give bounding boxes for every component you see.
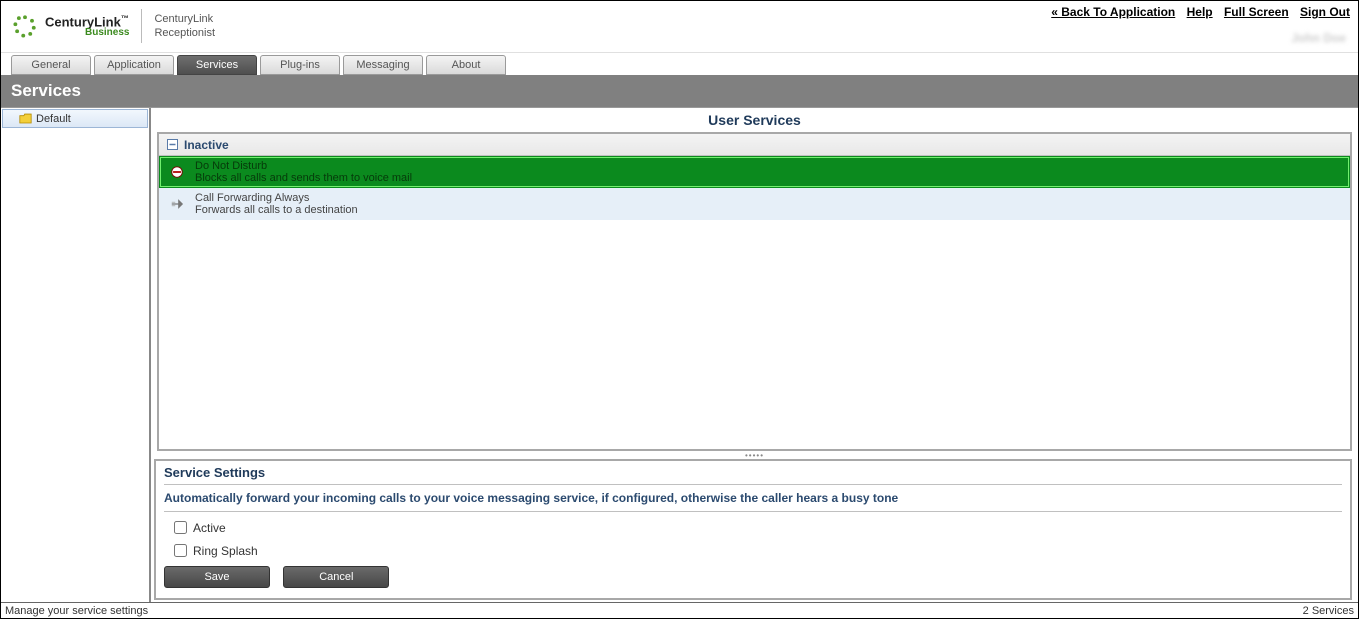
vertical-divider [141, 9, 142, 43]
button-row: Save Cancel [164, 566, 1342, 588]
collapse-icon[interactable] [167, 139, 178, 150]
header-links: « Back To Application Help Full Screen S… [1043, 5, 1350, 19]
service-do-not-disturb[interactable]: Do Not Disturb Blocks all calls and send… [159, 156, 1350, 188]
sidebar-item-default[interactable]: Default [2, 109, 148, 128]
splitter-grip[interactable]: ••••• [151, 451, 1358, 459]
tab-bar: General Application Services Plug-ins Me… [1, 53, 1358, 75]
active-label: Active [193, 521, 226, 535]
app-name: CenturyLink Receptionist [154, 12, 215, 40]
section-title-bar: Services [1, 75, 1358, 107]
service-settings-panel: Service Settings Automatically forward y… [154, 459, 1352, 600]
centurylink-logo-icon [11, 12, 39, 40]
content-area: User Services Inactive [151, 108, 1358, 602]
signout-link[interactable]: Sign Out [1300, 5, 1350, 19]
fullscreen-link[interactable]: Full Screen [1224, 5, 1289, 19]
service-text: Call Forwarding Always Forwards all call… [195, 192, 358, 216]
cancel-button[interactable]: Cancel [283, 566, 389, 588]
group-label: Inactive [184, 138, 229, 152]
tab-plugins[interactable]: Plug-ins [260, 55, 340, 75]
tab-about[interactable]: About [426, 55, 506, 75]
settings-description: Automatically forward your incoming call… [164, 491, 1342, 505]
help-link[interactable]: Help [1187, 5, 1213, 19]
ring-splash-label: Ring Splash [193, 544, 258, 558]
brand-text: CenturyLink™ Business [45, 14, 129, 38]
active-row: Active [170, 518, 1342, 537]
no-entry-icon [169, 164, 185, 180]
forward-arrow-icon [169, 196, 185, 212]
tab-services[interactable]: Services [177, 55, 257, 75]
tab-general[interactable]: General [11, 55, 91, 75]
tab-application[interactable]: Application [94, 55, 174, 75]
divider [164, 484, 1342, 485]
active-checkbox[interactable] [174, 521, 187, 534]
settings-title: Service Settings [164, 465, 1342, 480]
ring-splash-checkbox[interactable] [174, 544, 187, 557]
status-right: 2 Services [1303, 605, 1354, 617]
save-button[interactable]: Save [164, 566, 270, 588]
service-call-forwarding-always[interactable]: Call Forwarding Always Forwards all call… [159, 188, 1350, 220]
tab-messaging[interactable]: Messaging [343, 55, 423, 75]
panel-fill [159, 220, 1350, 449]
status-left: Manage your service settings [5, 605, 148, 617]
group-inactive-header[interactable]: Inactive [159, 134, 1350, 156]
section-title: Services [11, 81, 81, 101]
folder-icon [19, 113, 32, 124]
app-header: CenturyLink™ Business CenturyLink Recept… [1, 1, 1358, 53]
sidebar-item-label: Default [36, 113, 71, 125]
main-body: Default User Services Inactive [1, 107, 1358, 602]
user-services-title: User Services [151, 108, 1358, 132]
divider [164, 511, 1342, 512]
sidebar: Default [1, 108, 151, 602]
back-to-app-link[interactable]: « Back To Application [1051, 5, 1175, 19]
service-text: Do Not Disturb Blocks all calls and send… [195, 160, 412, 184]
username-display: John Doe [1291, 31, 1346, 45]
ring-splash-row: Ring Splash [170, 541, 1342, 560]
user-services-panel: Inactive Do Not Disturb Blocks all calls… [157, 132, 1352, 451]
status-bar: Manage your service settings 2 Services [1, 602, 1358, 618]
brand-block: CenturyLink™ Business CenturyLink Recept… [11, 9, 215, 43]
